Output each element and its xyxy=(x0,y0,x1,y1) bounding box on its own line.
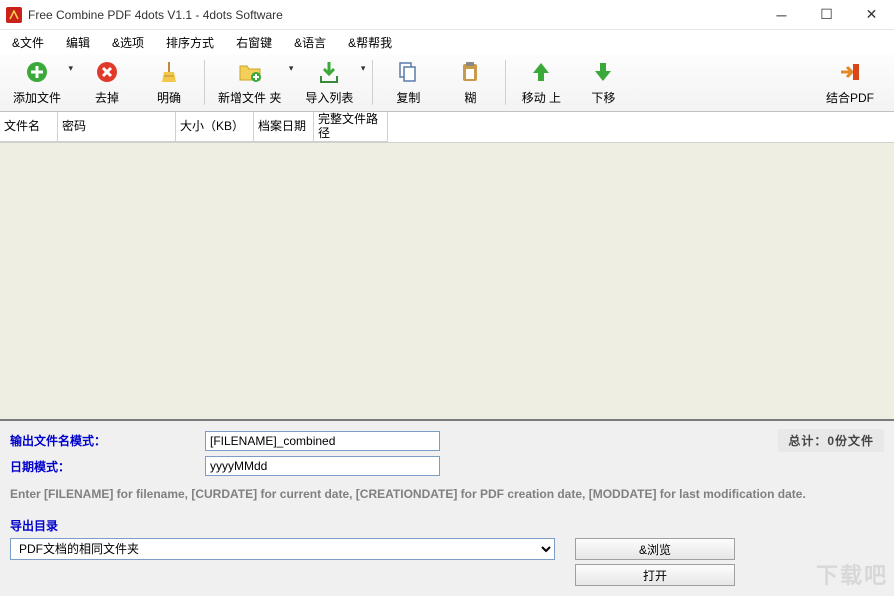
toolbar-label: 添加文件 xyxy=(13,89,61,106)
toolbar: 添加文件 去掉 明确 新增文件 夹 导入列表 复制 糊 移动 上 下移 结合PD… xyxy=(0,54,894,112)
file-grid: 文件名 密码 大小（KB） 档案日期 完整文件路径 xyxy=(0,112,894,421)
clear-button[interactable]: 明确 xyxy=(138,56,200,109)
toolbar-label: 结合PDF xyxy=(826,89,874,106)
grid-header-row: 文件名 密码 大小（KB） 档案日期 完整文件路径 xyxy=(0,112,894,143)
move-down-button[interactable]: 下移 xyxy=(572,56,634,109)
menu-language[interactable]: &语言 xyxy=(288,32,332,53)
bottom-panel: 输出文件名模式： 总计：0份文件 日期模式： Enter [FILENAME] … xyxy=(0,421,894,596)
new-folder-button[interactable]: 新增文件 夹 xyxy=(209,56,296,109)
menu-rightkey[interactable]: 右窗键 xyxy=(230,32,278,53)
open-button[interactable]: 打开 xyxy=(575,564,735,586)
window-title: Free Combine PDF 4dots V1.1 - 4dots Soft… xyxy=(28,8,759,22)
move-up-button[interactable]: 移动 上 xyxy=(510,56,572,109)
broom-icon xyxy=(157,60,181,87)
toolbar-separator xyxy=(204,60,205,105)
folder-add-icon xyxy=(238,60,262,87)
outdir-label: 导出目录 xyxy=(10,517,884,534)
toolbar-separator xyxy=(372,60,373,105)
browse-button[interactable]: &浏览 xyxy=(575,538,735,560)
toolbar-label: 糊 xyxy=(464,89,476,106)
menu-edit[interactable]: 编辑 xyxy=(60,32,96,53)
col-archive-date[interactable]: 档案日期 xyxy=(254,112,314,142)
output-pattern-row: 输出文件名模式： 总计：0份文件 xyxy=(10,429,884,452)
outdir-select[interactable]: PDF文档的相同文件夹 xyxy=(10,538,555,560)
menu-sort[interactable]: 排序方式 xyxy=(160,32,220,53)
minimize-button[interactable]: ─ xyxy=(759,0,804,30)
toolbar-label: 新增文件 夹 xyxy=(218,89,281,106)
total-count: 总计：0份文件 xyxy=(778,429,884,452)
remove-button[interactable]: 去掉 xyxy=(76,56,138,109)
menu-file[interactable]: &文件 xyxy=(6,32,50,53)
app-icon xyxy=(6,7,22,23)
col-password[interactable]: 密码 xyxy=(58,112,176,142)
grid-body[interactable] xyxy=(0,143,894,419)
menu-bar: &文件 编辑 &选项 排序方式 右窗键 &语言 &帮帮我 xyxy=(0,32,894,52)
close-button[interactable]: ✕ xyxy=(849,0,894,30)
output-pattern-input[interactable] xyxy=(205,431,440,451)
toolbar-label: 下移 xyxy=(591,89,615,106)
remove-icon xyxy=(95,60,119,87)
paste-button[interactable]: 糊 xyxy=(439,56,501,109)
col-filename[interactable]: 文件名 xyxy=(0,112,58,142)
pattern-hint: Enter [FILENAME] for filename, [CURDATE]… xyxy=(10,486,884,503)
title-bar: Free Combine PDF 4dots V1.1 - 4dots Soft… xyxy=(0,0,894,30)
outdir-row: PDF文档的相同文件夹 &浏览 打开 xyxy=(10,538,884,586)
date-pattern-input[interactable] xyxy=(205,456,440,476)
outdir-buttons: &浏览 打开 xyxy=(575,538,735,586)
add-file-button[interactable]: 添加文件 xyxy=(4,56,76,109)
toolbar-label: 导入列表 xyxy=(305,89,353,106)
arrow-up-icon xyxy=(529,60,553,87)
toolbar-separator xyxy=(505,60,506,105)
maximize-button[interactable]: ☐ xyxy=(804,0,849,30)
import-list-button[interactable]: 导入列表 xyxy=(296,56,368,109)
toolbar-label: 复制 xyxy=(396,89,420,106)
toolbar-label: 明确 xyxy=(157,89,181,106)
toolbar-spacer xyxy=(634,56,810,109)
col-size[interactable]: 大小（KB） xyxy=(176,112,254,142)
col-full-path[interactable]: 完整文件路径 xyxy=(314,112,388,142)
combine-pdf-button[interactable]: 结合PDF xyxy=(810,56,890,109)
copy-button[interactable]: 复制 xyxy=(377,56,439,109)
toolbar-label: 移动 上 xyxy=(522,89,561,106)
add-icon xyxy=(25,60,49,87)
paste-icon xyxy=(458,60,482,87)
date-pattern-label: 日期模式： xyxy=(10,458,205,475)
toolbar-label: 去掉 xyxy=(95,89,119,106)
menu-help[interactable]: &帮帮我 xyxy=(342,32,398,53)
combine-icon xyxy=(838,60,862,87)
output-pattern-label: 输出文件名模式： xyxy=(10,432,205,449)
import-icon xyxy=(317,60,341,87)
date-pattern-row: 日期模式： xyxy=(10,456,884,476)
copy-icon xyxy=(396,60,420,87)
menu-options[interactable]: &选项 xyxy=(106,32,150,53)
arrow-down-icon xyxy=(591,60,615,87)
